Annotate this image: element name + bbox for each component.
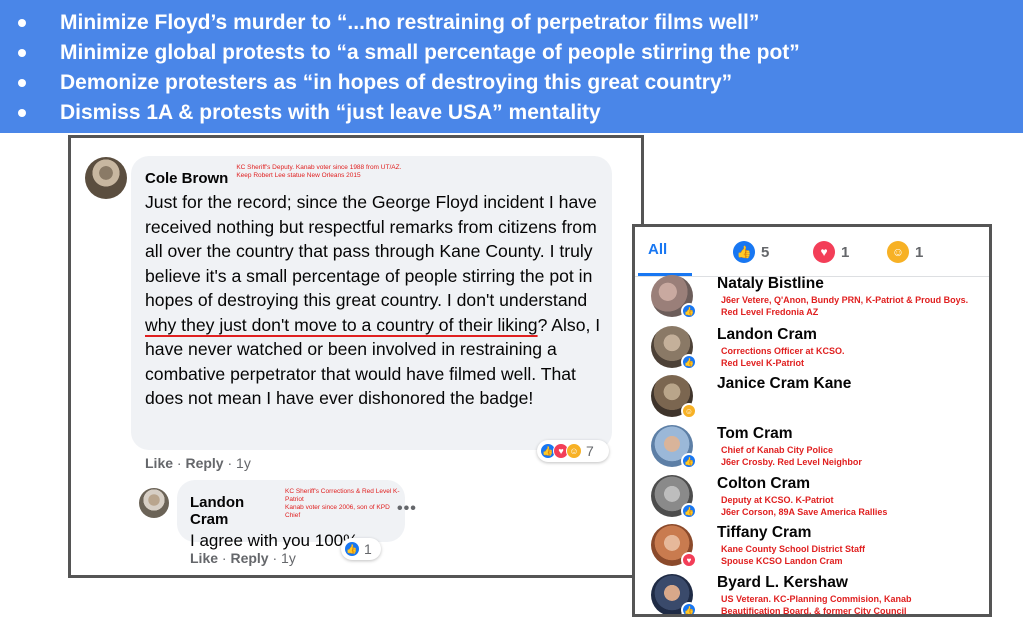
like-badge-icon: 👍 bbox=[681, 354, 697, 370]
reply-header: Landon Cram KC Sheriff's Corrections & R… bbox=[190, 488, 405, 528]
reply-bubble: Landon Cram KC Sheriff's Corrections & R… bbox=[177, 480, 405, 550]
tab-care[interactable]: ☺ 1 bbox=[887, 241, 923, 263]
timestamp[interactable]: 1y bbox=[236, 455, 251, 471]
avatar[interactable] bbox=[85, 157, 127, 199]
annotation-line: Red Level K-Patriot bbox=[721, 357, 805, 368]
tab-count: 5 bbox=[761, 243, 770, 261]
banner-text: Minimize Floyd’s murder to “...no restra… bbox=[60, 11, 760, 34]
reactor-name[interactable]: Landon Cram bbox=[717, 326, 817, 344]
annotation-line: J6er Vetere, Q'Anon, Bundy PRN, K-Patrio… bbox=[721, 295, 969, 305]
annotation-line: Deputy at KCSO. K-Patriot bbox=[721, 495, 834, 505]
heart-icon: ♥ bbox=[813, 241, 835, 263]
tab-count: 1 bbox=[841, 243, 850, 261]
reply-actions: Like · Reply · 1y bbox=[190, 550, 296, 566]
care-icon: ☺ bbox=[887, 241, 909, 263]
comment-screenshot-panel: Cole Brown KC Sheriff's Deputy. Kanab vo… bbox=[68, 135, 644, 578]
reactor-name[interactable]: Tiffany Cram bbox=[717, 524, 811, 542]
timestamp[interactable]: 1y bbox=[281, 550, 296, 566]
reactions-list-panel: All 👍 5 ♥ 1 ☺ 1 👍 Nataly Bistline J6er Vet… bbox=[632, 224, 992, 617]
annotation-line: US Veteran. KC-Planning Commision, Kanab bbox=[721, 594, 912, 604]
annotation-line: Kanab voter since 2006, son of KPD Chief bbox=[285, 504, 390, 519]
annotation-line: KC Sheriff's Deputy. Kanab voter since 1… bbox=[236, 164, 402, 171]
annotation-line: KC Sheriff's Corrections & Red Level K-P… bbox=[285, 488, 400, 503]
annotation-line: Spouse KCSO Landon Cram bbox=[721, 555, 843, 566]
banner-text: Minimize global protests to “a small per… bbox=[60, 41, 800, 64]
like-badge-icon: 👍 bbox=[681, 303, 697, 319]
tab-all[interactable]: All bbox=[648, 241, 667, 258]
reactor-name[interactable]: Nataly Bistline bbox=[717, 275, 824, 293]
like-badge-icon: 👍 bbox=[681, 503, 697, 519]
reactor-name[interactable]: Tom Cram bbox=[717, 425, 793, 443]
tab-love[interactable]: ♥ 1 bbox=[813, 241, 849, 263]
comment-bubble: Cole Brown KC Sheriff's Deputy. Kanab vo… bbox=[131, 156, 612, 450]
comment-text-part: Just for the record; since the George Fl… bbox=[145, 192, 597, 310]
author-annotation: KC Sheriff's Corrections & Red Level K-P… bbox=[285, 488, 405, 520]
reactor-annotation: Kane County School District Staff Spouse … bbox=[721, 544, 865, 567]
like-reaction-icon: 👍 bbox=[344, 541, 360, 557]
banner-text: Demonize protesters as “in hopes of dest… bbox=[60, 71, 733, 94]
annotation-line: J6er Crosby. Red Level Neighbor bbox=[721, 456, 862, 467]
like-badge-icon: 👍 bbox=[681, 453, 697, 469]
tab-count: 1 bbox=[915, 243, 924, 261]
annotation-line: Beautification Board. & former City Coun… bbox=[721, 605, 907, 616]
annotation-line: Kane County School District Staff bbox=[721, 544, 866, 554]
annotation-line: Chief of Kanab City Police bbox=[721, 445, 834, 455]
author-annotation: KC Sheriff's Deputy. Kanab voter since 1… bbox=[236, 164, 401, 180]
banner-bullet-item: Demonize protesters as “in hopes of dest… bbox=[14, 68, 1023, 98]
care-badge-icon: ☺ bbox=[681, 403, 697, 419]
bullet-icon bbox=[18, 19, 26, 27]
heart-badge-icon: ♥ bbox=[681, 552, 697, 568]
reply-author[interactable]: Landon Cram bbox=[190, 494, 277, 528]
annotation-line: Red Level Fredonia AZ bbox=[721, 306, 819, 317]
banner-bullet-item: Minimize Floyd’s murder to “...no restra… bbox=[14, 8, 1023, 38]
reactor-annotation: Corrections Officer at KCSO. Red Level K-… bbox=[721, 346, 845, 369]
avatar[interactable] bbox=[139, 488, 169, 518]
like-icon: 👍 bbox=[733, 241, 755, 263]
annotation-line: J6er Corson, 89A Save America Rallies bbox=[721, 506, 888, 517]
reactor-annotation: US Veteran. KC-Planning Commision, Kanab… bbox=[721, 594, 912, 616]
reply-button[interactable]: Reply bbox=[230, 550, 268, 566]
reactor-name[interactable]: Janice Cram Kane bbox=[717, 375, 851, 393]
reply-button[interactable]: Reply bbox=[185, 455, 223, 471]
banner-bullet-item: Dismiss 1A & protests with “just leave U… bbox=[14, 98, 1023, 128]
comment-author[interactable]: Cole Brown bbox=[145, 170, 228, 187]
like-badge-icon: 👍 bbox=[681, 602, 697, 614]
comment-header: Cole Brown KC Sheriff's Deputy. Kanab vo… bbox=[145, 164, 612, 187]
reaction-summary[interactable]: 👍 ♥ ☺ 7 bbox=[537, 440, 609, 462]
annotation-line: Keep Robert Lee statue New Orleans 2015 bbox=[236, 172, 361, 179]
banner-bullet-item: Minimize global protests to “a small per… bbox=[14, 38, 1023, 68]
more-options-icon[interactable]: ••• bbox=[397, 500, 417, 518]
reactor-annotation: J6er Vetere, Q'Anon, Bundy PRN, K-Patrio… bbox=[721, 295, 968, 318]
comment-text: Just for the record; since the George Fl… bbox=[145, 190, 607, 411]
bullet-icon bbox=[18, 49, 26, 57]
reaction-count: 7 bbox=[586, 443, 594, 459]
reactor-name[interactable]: Byard L. Kershaw bbox=[717, 574, 848, 592]
underlined-highlight: why they just don't move to a country of… bbox=[145, 314, 538, 335]
reaction-tabs: All 👍 5 ♥ 1 ☺ 1 bbox=[635, 227, 989, 277]
reaction-summary[interactable]: 👍 1 bbox=[341, 538, 381, 560]
tab-like[interactable]: 👍 5 bbox=[733, 241, 769, 263]
care-reaction-icon: ☺ bbox=[566, 443, 582, 459]
like-button[interactable]: Like bbox=[190, 550, 218, 566]
bullet-icon bbox=[18, 79, 26, 87]
reactor-annotation: Chief of Kanab City Police J6er Crosby. R… bbox=[721, 445, 862, 468]
reactor-annotation: Deputy at KCSO. K-Patriot J6er Corson, 89… bbox=[721, 495, 887, 518]
reactor-name[interactable]: Colton Cram bbox=[717, 475, 810, 493]
comment-actions: Like · Reply · 1y bbox=[145, 455, 251, 471]
bullet-icon bbox=[18, 109, 26, 117]
header-banner: Minimize Floyd’s murder to “...no restra… bbox=[0, 0, 1023, 133]
reaction-count: 1 bbox=[364, 541, 372, 557]
banner-text: Dismiss 1A & protests with “just leave U… bbox=[60, 101, 601, 124]
annotation-line: Corrections Officer at KCSO. bbox=[721, 346, 845, 356]
like-button[interactable]: Like bbox=[145, 455, 173, 471]
